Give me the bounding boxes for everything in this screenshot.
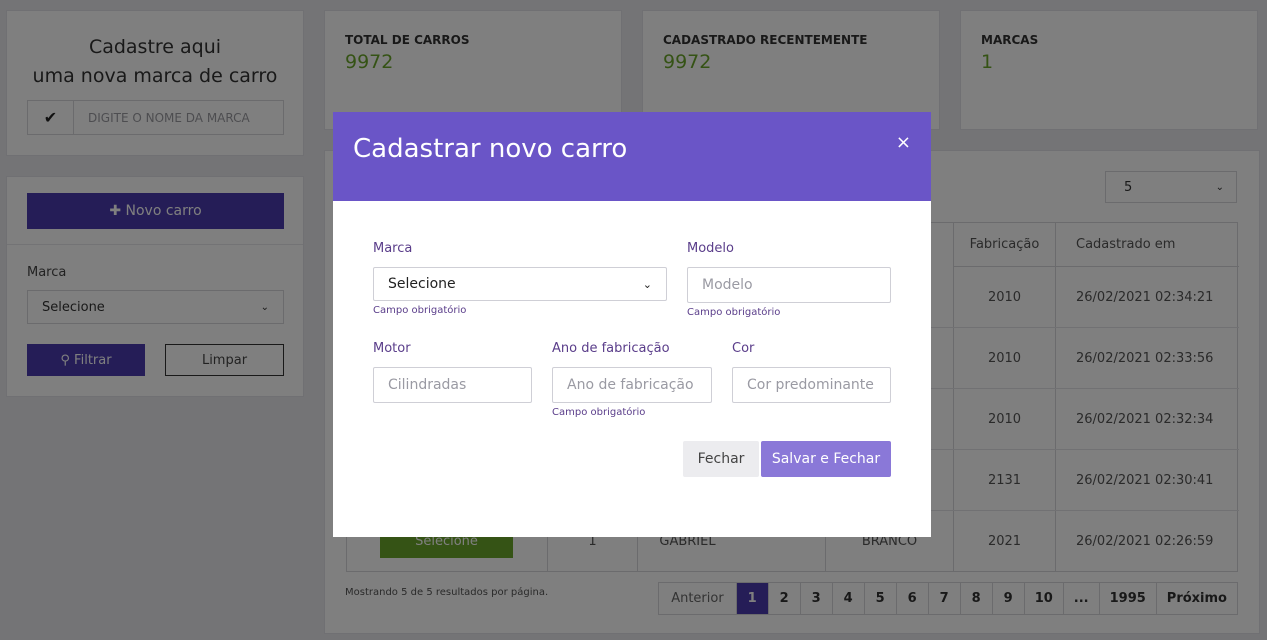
modal-header: Cadastrar novo carro × <box>333 112 931 201</box>
marca-required-hint: Campo obrigatório <box>373 305 467 316</box>
motor-label: Motor <box>373 341 411 356</box>
close-button[interactable]: Fechar <box>683 441 759 477</box>
ano-input[interactable]: Ano de fabricação <box>552 367 712 403</box>
chevron-down-icon: ⌄ <box>642 277 652 291</box>
marca-label: Marca <box>373 241 413 256</box>
modelo-label: Modelo <box>687 241 734 256</box>
cor-label: Cor <box>732 341 755 356</box>
motor-input[interactable]: Cilindradas <box>373 367 532 403</box>
new-car-modal: Cadastrar novo carro × Marca Selecione ⌄… <box>333 112 931 537</box>
save-and-close-button[interactable]: Salvar e Fechar <box>761 441 891 477</box>
close-icon[interactable]: × <box>896 132 911 153</box>
ano-label: Ano de fabricação <box>552 341 670 356</box>
modal-title: Cadastrar novo carro <box>353 134 628 164</box>
cor-input[interactable]: Cor predominante <box>732 367 891 403</box>
ano-required-hint: Campo obrigatório <box>552 407 646 418</box>
modelo-input[interactable]: Modelo <box>687 267 891 303</box>
modelo-required-hint: Campo obrigatório <box>687 307 781 318</box>
marca-select[interactable]: Selecione ⌄ <box>373 267 667 301</box>
